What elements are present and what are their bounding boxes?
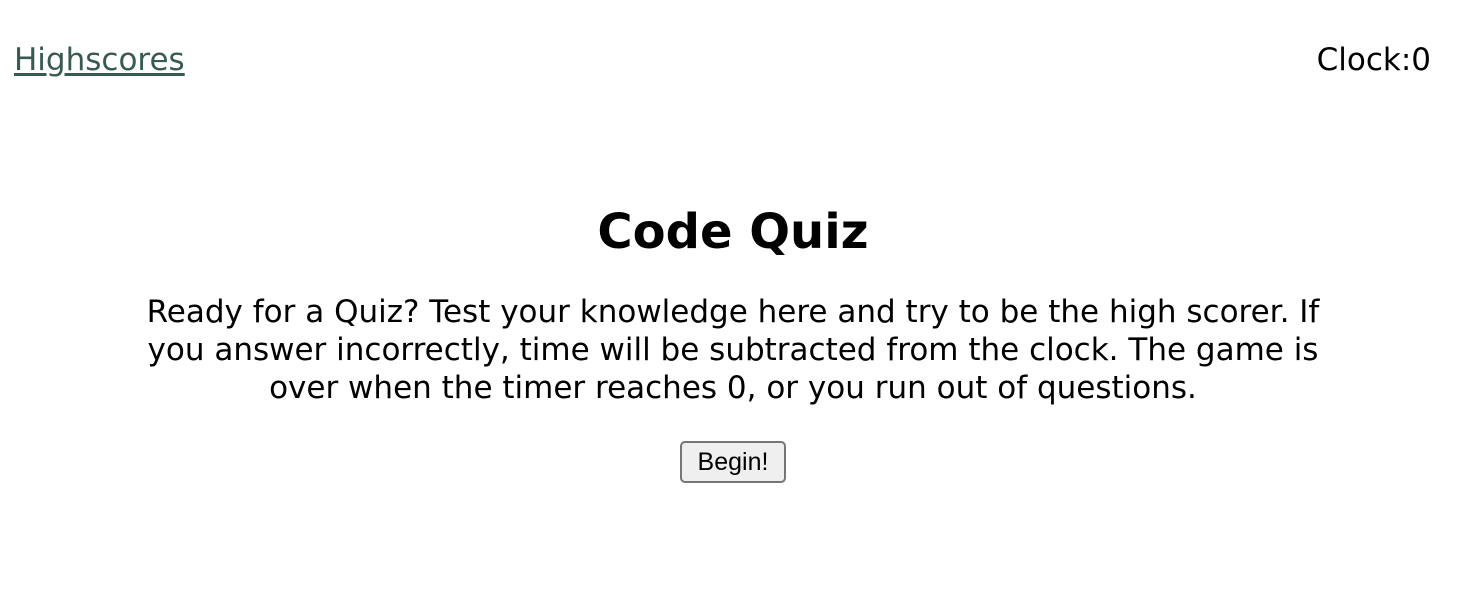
quiz-page: Highscores Clock: 0 Code Quiz Ready for …: [0, 0, 1466, 592]
clock-display: Clock: 0: [1317, 38, 1431, 82]
quiz-instructions: Ready for a Quiz? Test your knowledge he…: [146, 294, 1320, 406]
quiz-intro-section: Code Quiz Ready for a Quiz? Test your kn…: [0, 196, 1466, 483]
highscores-link[interactable]: Highscores: [14, 38, 185, 82]
begin-button-container: Begin!: [0, 441, 1466, 483]
clock-label: Clock:: [1316, 42, 1412, 78]
clock-value: 0: [1411, 42, 1431, 78]
begin-button[interactable]: Begin!: [680, 441, 786, 483]
page-title: Code Quiz: [597, 204, 869, 260]
top-bar: Highscores Clock: 0: [14, 38, 1431, 82]
